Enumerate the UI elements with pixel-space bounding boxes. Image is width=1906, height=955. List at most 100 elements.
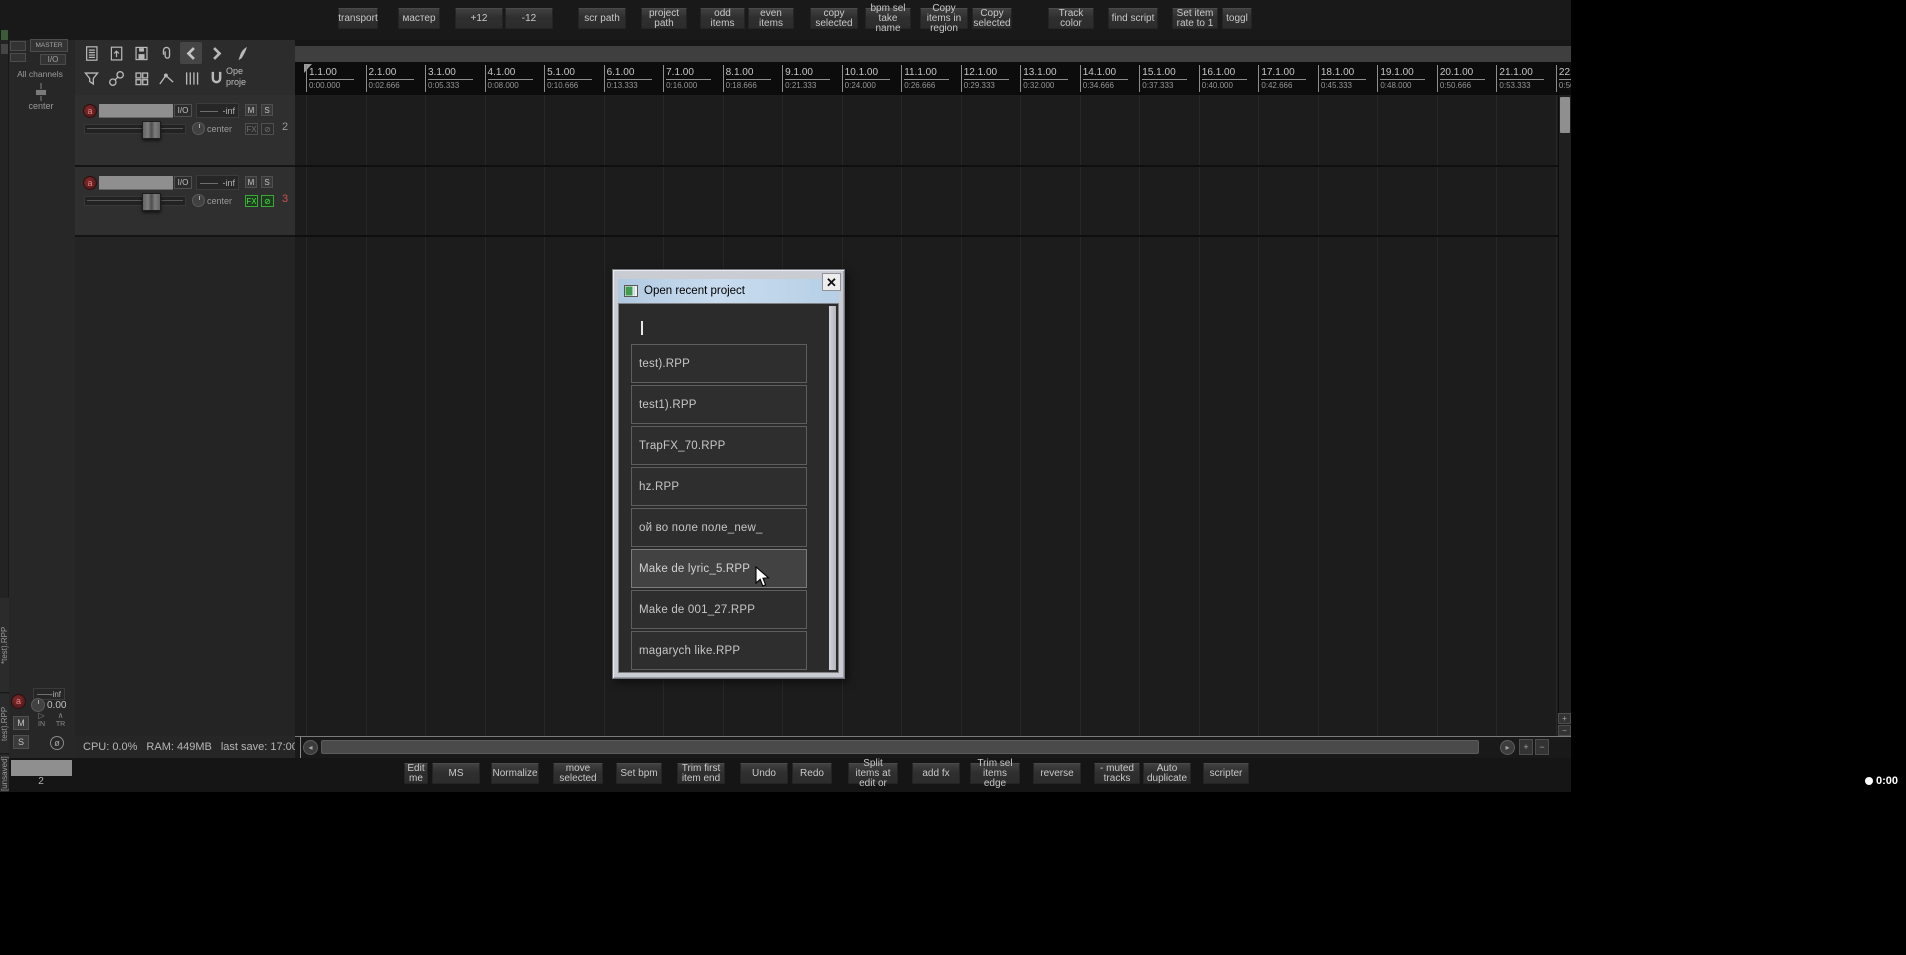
toolbar-button[interactable]: add fx <box>912 763 960 784</box>
v-zoom-out-button[interactable]: − <box>1558 725 1571 736</box>
dialog-title-bar[interactable]: Open recent project <box>618 279 839 303</box>
recent-project-item[interactable]: TrapFX_70.RPP <box>631 426 807 465</box>
fx-bypass-button[interactable]: ⊘ <box>261 195 274 207</box>
redo-chevron-icon[interactable] <box>205 42 227 64</box>
grid-icon[interactable] <box>130 67 152 89</box>
toolbar-button[interactable]: odd items <box>700 8 745 29</box>
solo-button[interactable]: S <box>261 176 273 188</box>
track-volume-field[interactable]: -inf <box>196 103 239 118</box>
v-scroll-thumb[interactable] <box>1560 97 1570 133</box>
track-fader[interactable] <box>84 121 186 139</box>
quill-icon[interactable] <box>230 42 252 64</box>
track-panel[interactable]: a I/O -inf M S center FX ⊘ 2 <box>75 95 295 167</box>
master-io-button[interactable]: I/O <box>40 54 66 65</box>
scroll-left-button[interactable]: ◂ <box>303 740 318 755</box>
toolbar-button[interactable]: +12 <box>455 8 503 29</box>
toolbar-button[interactable]: Copy items in region <box>920 3 968 33</box>
v-scrollbar[interactable] <box>1558 95 1571 736</box>
toolbar-button[interactable]: мастер <box>398 8 440 29</box>
recent-project-item[interactable]: hz.RPP <box>631 467 807 506</box>
master-fx-button[interactable] <box>10 41 26 51</box>
toolbar-button[interactable]: scripter <box>1203 763 1249 784</box>
dock-tab[interactable]: test).RPP <box>0 694 9 754</box>
toolbar-button[interactable]: Redo <box>792 763 832 784</box>
new-document-icon[interactable] <box>80 42 102 64</box>
open-project-button[interactable]: Ope proje <box>226 66 260 90</box>
master-solo-button[interactable]: S <box>13 735 29 749</box>
fx-button[interactable]: FX <box>245 195 258 207</box>
toolbar-button[interactable]: - muted tracks <box>1094 763 1140 784</box>
master-mute-button[interactable]: M <box>13 716 29 730</box>
zoom-out-button[interactable]: − <box>1535 739 1549 755</box>
fader-handle[interactable] <box>142 121 161 139</box>
toolbar-button[interactable]: Undo <box>740 763 788 784</box>
toolbar-button[interactable]: Normalize <box>491 763 539 784</box>
zoom-in-button[interactable]: + <box>1519 739 1533 755</box>
toolbar-button[interactable]: Edit me <box>404 763 428 784</box>
toolbar-button[interactable]: toggl <box>1222 8 1252 29</box>
mute-button[interactable]: M <box>245 104 257 116</box>
trim-mode-button[interactable]: ∧ TR <box>52 712 69 734</box>
toolbar-button[interactable]: copy selected <box>810 8 858 29</box>
track-fader[interactable] <box>84 193 186 211</box>
solo-button[interactable]: S <box>261 104 273 116</box>
toolbar-button[interactable]: move selected <box>553 763 603 784</box>
toolbar-button[interactable]: Set bpm <box>616 763 662 784</box>
toolbar-button[interactable]: Copy selected <box>972 8 1012 29</box>
toolbar-button[interactable]: transport <box>338 8 378 29</box>
toolbar-button[interactable]: bpm sel take name <box>865 3 911 33</box>
input-monitor-button[interactable]: ▷ IN <box>33 712 50 734</box>
open-document-icon[interactable] <box>105 42 127 64</box>
search-input-caret[interactable] <box>641 321 643 335</box>
stretch-lines-icon[interactable] <box>180 67 202 89</box>
toolbar-button[interactable]: even items <box>748 8 794 29</box>
v-zoom-in-button[interactable]: + <box>1558 713 1571 724</box>
mute-button[interactable]: M <box>245 176 257 188</box>
toolbar-button[interactable]: Trim sel items edge <box>970 758 1020 788</box>
envelope-point-icon[interactable] <box>155 67 177 89</box>
toolbar-button[interactable]: Split items at edit or <box>848 758 898 788</box>
scroll-right-button[interactable]: ▸ <box>1500 740 1515 755</box>
dialog-scrollbar[interactable] <box>829 306 836 670</box>
h-scroll-thumb[interactable] <box>321 740 1479 754</box>
toolbar-button[interactable]: Auto duplicate <box>1143 763 1191 784</box>
track-io-button[interactable]: I/O <box>174 176 192 189</box>
toolbar-button[interactable]: Trim first item end <box>677 763 725 784</box>
fader-handle[interactable] <box>142 193 161 211</box>
magnet-icon[interactable] <box>205 67 227 89</box>
recent-project-item[interactable]: ой во поле поле_new_ <box>631 508 807 547</box>
fx-button[interactable]: FX <box>245 123 258 135</box>
master-env-button[interactable] <box>10 53 26 62</box>
master-record-arm-button[interactable]: a <box>11 694 26 709</box>
fx-bypass-button[interactable]: ⊘ <box>261 123 274 135</box>
track-name-field[interactable] <box>99 104 173 118</box>
toolbar-button[interactable]: scr path <box>578 8 626 29</box>
link-icon[interactable] <box>105 67 127 89</box>
dock-tab[interactable]: *test).RPP <box>0 598 9 693</box>
recent-project-item[interactable]: Make de lyric_5.RPP <box>631 549 807 588</box>
dialog-close-button[interactable]: ✕ <box>822 273 841 291</box>
track-name-field[interactable] <box>99 176 173 190</box>
track-io-button[interactable]: I/O <box>174 104 192 117</box>
record-arm-button[interactable]: a <box>83 104 97 118</box>
toolbar-button[interactable]: project path <box>641 8 687 29</box>
toolbar-button[interactable]: reverse <box>1033 763 1081 784</box>
timeline-ruler[interactable]: 1.1.00 0:00.000 2.1.00 0:02.666 3.1.00 0:05.3… <box>295 62 1571 95</box>
recent-project-item[interactable]: magarych like.RPP <box>631 631 807 670</box>
toolbar-button[interactable]: find script <box>1108 8 1158 29</box>
toolbar-button[interactable]: Set item rate to 1 <box>1172 8 1218 29</box>
track-panel[interactable]: a I/O -inf M S center FX ⊘ 3 <box>75 167 295 237</box>
dock-tab[interactable]: [unsaved] <box>0 755 9 792</box>
save-icon[interactable] <box>130 42 152 64</box>
recent-project-item[interactable]: Make de 001_27.RPP <box>631 590 807 629</box>
arrange-area[interactable] <box>295 95 1558 736</box>
phase-button[interactable]: ø <box>50 736 64 750</box>
toolbar-button[interactable]: -12 <box>505 8 553 29</box>
paperclip-icon[interactable] <box>155 42 177 64</box>
filter-icon[interactable] <box>80 67 102 89</box>
toolbar-button[interactable]: Track color <box>1048 8 1094 29</box>
track-volume-field[interactable]: -inf <box>196 175 239 190</box>
master-fader-handle[interactable] <box>35 89 47 96</box>
record-arm-button[interactable]: a <box>83 176 97 190</box>
recent-project-item[interactable]: test1).RPP <box>631 385 807 424</box>
